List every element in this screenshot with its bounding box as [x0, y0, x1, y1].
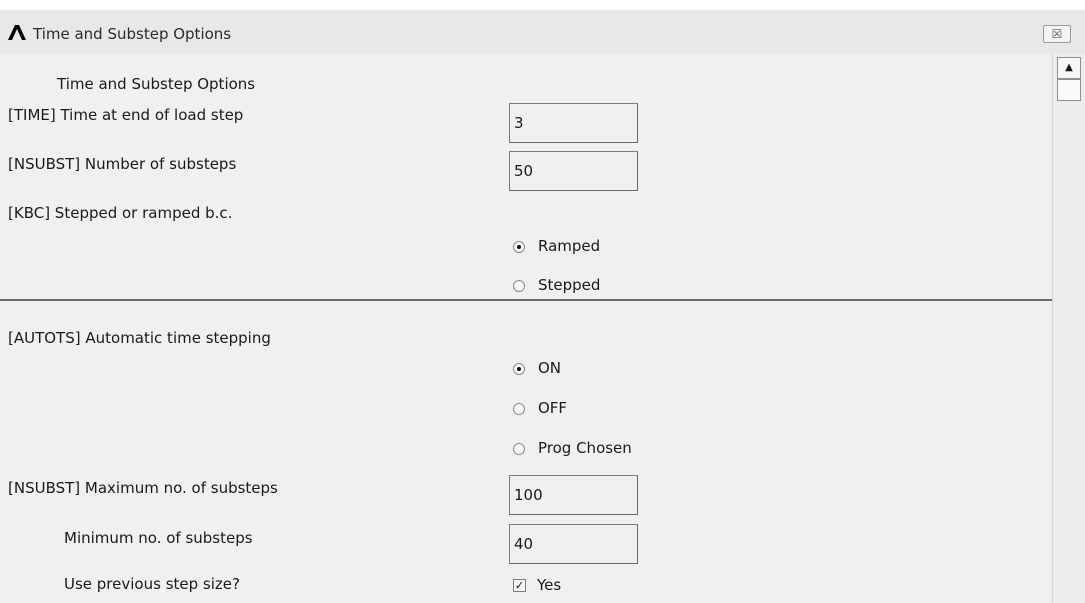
- section-divider: [0, 299, 1052, 301]
- time-label: [TIME] Time at end of load step: [8, 106, 244, 124]
- arrow-up-icon: ▲: [1065, 62, 1073, 73]
- kbc-label: [KBC] Stepped or ramped b.c.: [8, 204, 233, 222]
- radio-label: OFF: [538, 399, 568, 417]
- close-button[interactable]: ☒: [1043, 25, 1071, 43]
- title-bar: Time and Substep Options ☒: [0, 10, 1085, 54]
- radio-label: Prog Chosen: [538, 439, 632, 457]
- nsubst-input[interactable]: 50: [509, 151, 638, 191]
- max-substeps-input[interactable]: 100: [509, 475, 638, 515]
- window-title: Time and Substep Options: [33, 25, 232, 43]
- radio-label: ON: [538, 359, 562, 377]
- use-prev-step-label: Use previous step size?: [64, 575, 240, 593]
- radio-button-selected[interactable]: [513, 363, 525, 375]
- time-substep-options-dialog: Time and Substep Options ☒ Time and Subs…: [0, 10, 1085, 603]
- min-substeps-label: Minimum no. of substeps: [64, 529, 253, 547]
- checkbox-checked-icon[interactable]: ✓: [513, 579, 526, 592]
- min-substeps-input[interactable]: 40: [509, 524, 638, 564]
- radio-button[interactable]: [513, 403, 525, 415]
- scroll-up-button[interactable]: ▲: [1057, 57, 1081, 79]
- close-icon: ☒: [1051, 27, 1063, 41]
- scroll-thumb[interactable]: [1057, 79, 1081, 101]
- ansys-logo-icon: [8, 25, 26, 40]
- nsubst-label: [NSUBST] Number of substeps: [8, 155, 237, 173]
- radio-button[interactable]: [513, 280, 525, 292]
- autots-label: [AUTOTS] Automatic time stepping: [8, 329, 271, 347]
- radio-button[interactable]: [513, 443, 525, 455]
- max-substeps-label: [NSUBST] Maximum no. of substeps: [8, 479, 278, 497]
- vertical-scrollbar[interactable]: ▲: [1052, 54, 1085, 603]
- time-input[interactable]: 3: [509, 103, 638, 143]
- dialog-content: Time and Substep Options [TIME] Time at …: [0, 54, 1052, 603]
- checkbox-label: Yes: [537, 576, 562, 594]
- radio-label: Stepped: [538, 276, 601, 294]
- section-heading: Time and Substep Options: [57, 75, 256, 93]
- radio-label: Ramped: [538, 237, 601, 255]
- radio-button-selected[interactable]: [513, 241, 525, 253]
